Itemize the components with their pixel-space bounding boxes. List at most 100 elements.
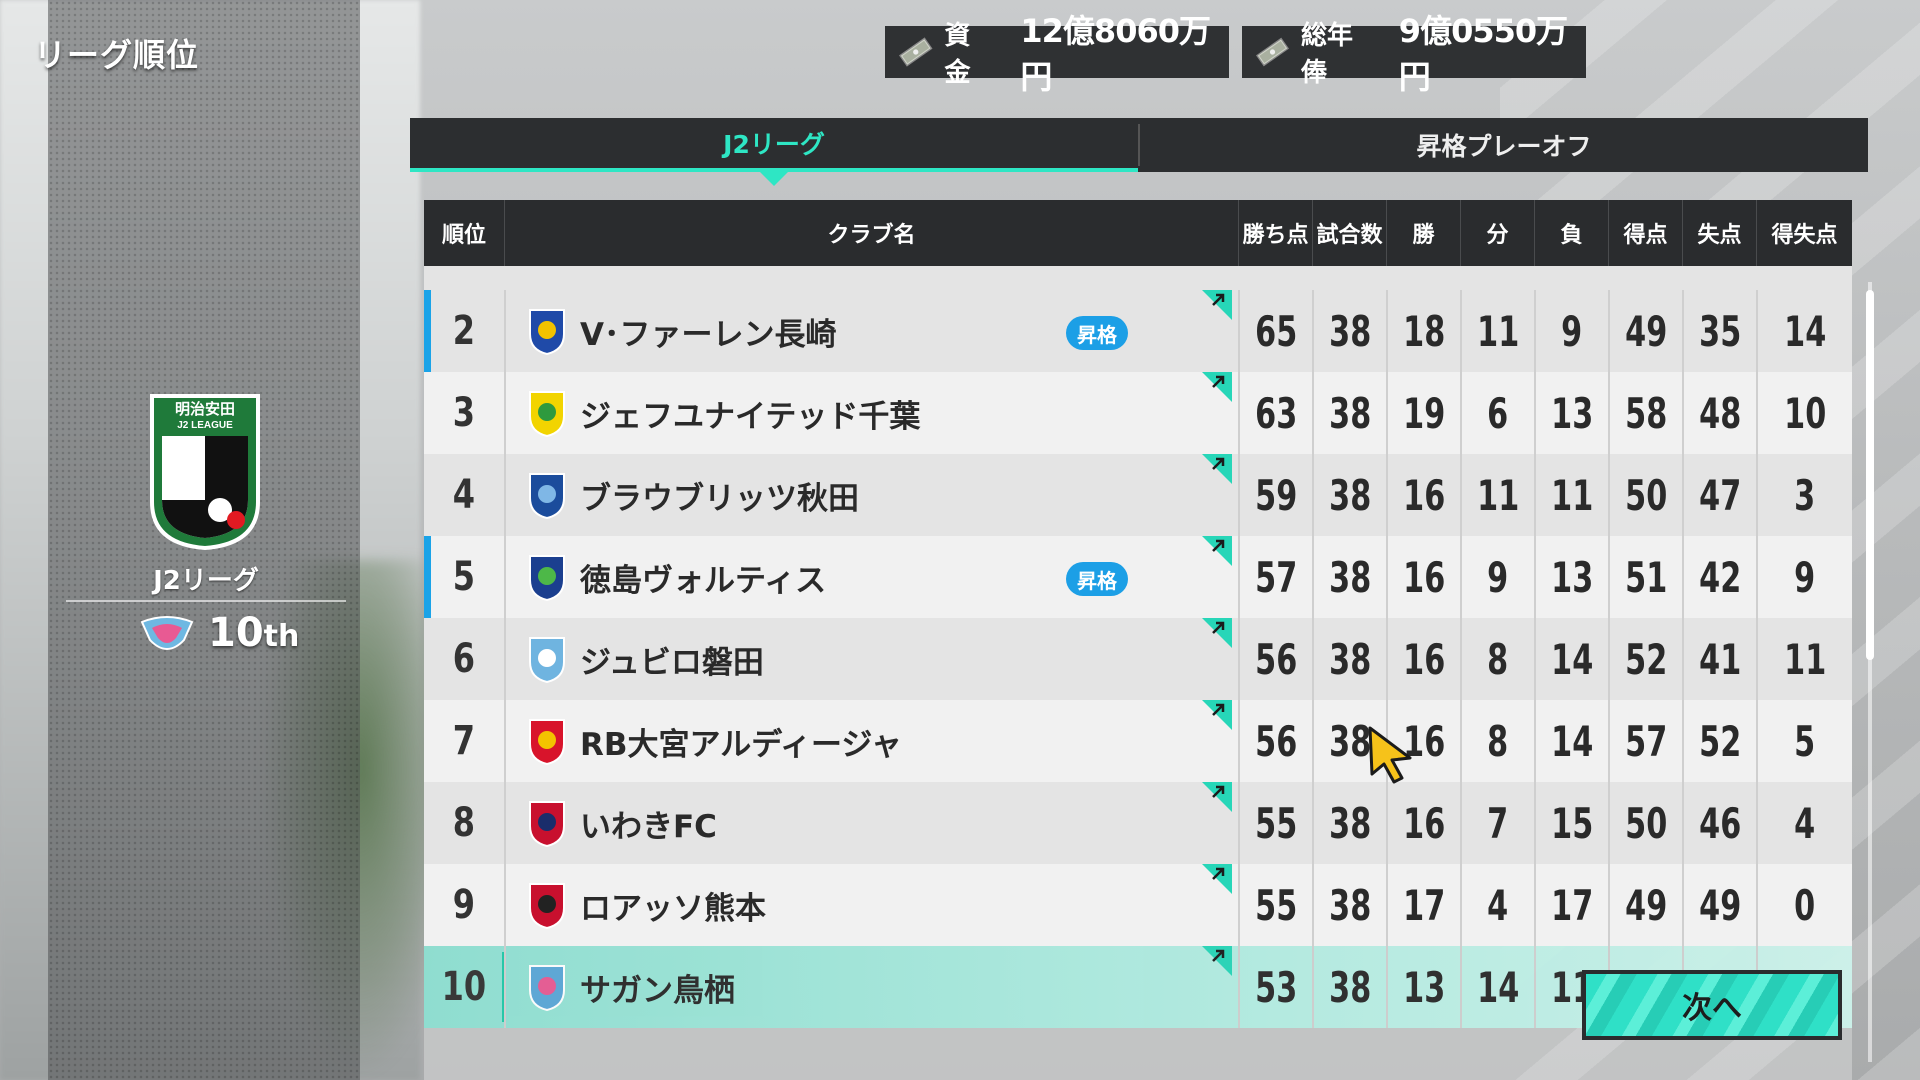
stat-cell-ga: 47 [1682,454,1756,536]
trend-up-arrow-icon [1202,864,1232,894]
stat-cell-played: 38 [1312,946,1386,1028]
rank-cell: 7 [424,700,504,782]
stat-cell-gf: 51 [1608,536,1682,618]
next-button[interactable]: 次へ [1582,970,1842,1040]
stat-value-played: 38 [1328,388,1372,438]
scrollbar-thumb[interactable] [1866,290,1874,660]
rank-value: 5 [452,554,476,600]
club-name: ロアッソ熊本 [580,890,766,927]
rank-cell: 8 [424,782,504,864]
stat-value-lost: 11 [1550,470,1594,520]
standings-table: 2 V･ファーレン長崎 昇格 65 38 18 11 9 49 35 14 3 ジェフユナイテッド千葉 6… [424,200,1852,1080]
club-logo-icon [529,473,565,520]
stat-cell-ga: 46 [1682,782,1756,864]
stat-cell-lost: 9 [1534,290,1608,372]
table-row[interactable]: 4 ブラウブリッツ秋田 59 38 16 11 11 50 47 3 [424,454,1852,536]
stat-value-ga: 49 [1698,880,1742,930]
stat-value-gf: 50 [1624,798,1668,848]
stat-cell-won: 13 [1386,946,1460,1028]
stat-value-points: 57 [1254,552,1298,602]
stat-cell-gf: 57 [1608,700,1682,782]
stat-value-drawn: 11 [1476,470,1520,520]
stat-value-won: 16 [1402,470,1446,520]
stat-cell-lost: 14 [1534,700,1608,782]
stat-cell-won: 17 [1386,864,1460,946]
stat-cell-ga: 41 [1682,618,1756,700]
header-won: 勝 [1386,200,1460,266]
stat-cell-won: 18 [1386,290,1460,372]
tab-promotion-playoff[interactable]: 昇格プレーオフ [1140,118,1868,172]
club-logo-icon [529,637,565,684]
stat-cell-points: 63 [1238,372,1312,454]
funds-value: 12億8060万円 [1020,12,1211,96]
stat-cell-won: 16 [1386,782,1460,864]
stat-value-lost: 15 [1550,798,1594,848]
total-salary-display: 総年俸 9億0550万円 [1242,12,1586,96]
stat-cell-points: 55 [1238,782,1312,864]
j2-league-emblem-icon: 明治安田 J2 LEAGUE [150,394,260,551]
club-name: サガン鳥栖 [580,972,735,1009]
rank-cell: 3 [424,372,504,454]
stat-cell-gf: 50 [1608,454,1682,536]
table-row[interactable]: 7 RB大宮アルディージャ 56 38 16 8 14 57 52 5 [424,700,1852,782]
stat-cell-gf: 52 [1608,618,1682,700]
stat-cell-won: 16 [1386,454,1460,536]
stat-cell-played: 38 [1312,782,1386,864]
tab-j2-league[interactable]: J2リーグ [410,118,1138,186]
stat-cell-played: 38 [1312,618,1386,700]
stat-value-points: 56 [1254,634,1298,684]
club-logo-icon [529,965,565,1012]
stat-value-points: 65 [1254,306,1298,356]
stat-value-points: 56 [1254,716,1298,766]
promotion-badge: 昇格 [1066,316,1128,350]
stat-value-lost: 13 [1550,552,1594,602]
club-logo-icon [529,391,565,438]
column-divider [504,700,506,782]
stat-value-won: 18 [1402,306,1446,356]
stat-value-gd: 0 [1794,880,1816,930]
stat-value-gd: 5 [1794,716,1816,766]
stat-cell-points: 65 [1238,290,1312,372]
stat-cell-drawn: 7 [1460,782,1534,864]
my-rank-suffix: th [263,619,300,654]
table-row[interactable]: 9 ロアッソ熊本 55 38 17 4 17 49 49 0 [424,864,1852,946]
stat-value-lost: 14 [1550,634,1594,684]
league-tabs: J2リーグ 昇格プレーオフ [410,118,1868,186]
header-drawn: 分 [1460,200,1534,266]
my-club-rank: 10th [208,610,299,656]
sagan-tosu-logo-icon [140,616,194,650]
stat-cell-points: 59 [1238,454,1312,536]
stat-value-played: 38 [1328,880,1372,930]
table-row[interactable]: 2 V･ファーレン長崎 昇格 65 38 18 11 9 49 35 14 [424,290,1852,372]
table-row[interactable]: 6 ジュビロ磐田 56 38 16 8 14 52 41 11 [424,618,1852,700]
stat-cell-drawn: 8 [1460,618,1534,700]
stat-cell-drawn: 6 [1460,372,1534,454]
stat-value-won: 13 [1402,962,1446,1012]
stat-cell-gd: 3 [1756,454,1852,536]
header-goals-for: 得点 [1608,200,1682,266]
stat-cell-gd: 11 [1756,618,1852,700]
trend-up-arrow-icon [1202,700,1232,730]
club-logo-icon [529,801,565,848]
stat-value-points: 53 [1254,962,1298,1012]
table-row[interactable]: 3 ジェフユナイテッド千葉 63 38 19 6 13 58 48 10 [424,372,1852,454]
stat-value-gf: 58 [1624,388,1668,438]
stat-cell-drawn: 4 [1460,864,1534,946]
stat-value-points: 59 [1254,470,1298,520]
trend-up-arrow-icon [1202,946,1232,976]
stat-value-played: 38 [1328,306,1372,356]
stat-value-drawn: 6 [1487,388,1509,438]
pointer-cursor-icon [1368,726,1412,784]
trend-up-arrow-icon [1202,372,1232,402]
table-row[interactable]: 8 いわきFC 55 38 16 7 15 50 46 4 [424,782,1852,864]
salary-label: 総年俸 [1301,21,1354,88]
trend-up-arrow-icon [1202,290,1232,320]
stat-cell-gf: 49 [1608,290,1682,372]
table-row[interactable]: 5 徳島ヴォルティス 昇格 57 38 16 9 13 51 42 9 [424,536,1852,618]
stat-value-drawn: 8 [1487,716,1509,766]
header-lost: 負 [1534,200,1608,266]
league-name: J2リーグ [153,566,259,596]
trend-up-arrow-icon [1202,618,1232,648]
stat-cell-won: 16 [1386,618,1460,700]
trend-up-arrow-icon [1202,536,1232,566]
